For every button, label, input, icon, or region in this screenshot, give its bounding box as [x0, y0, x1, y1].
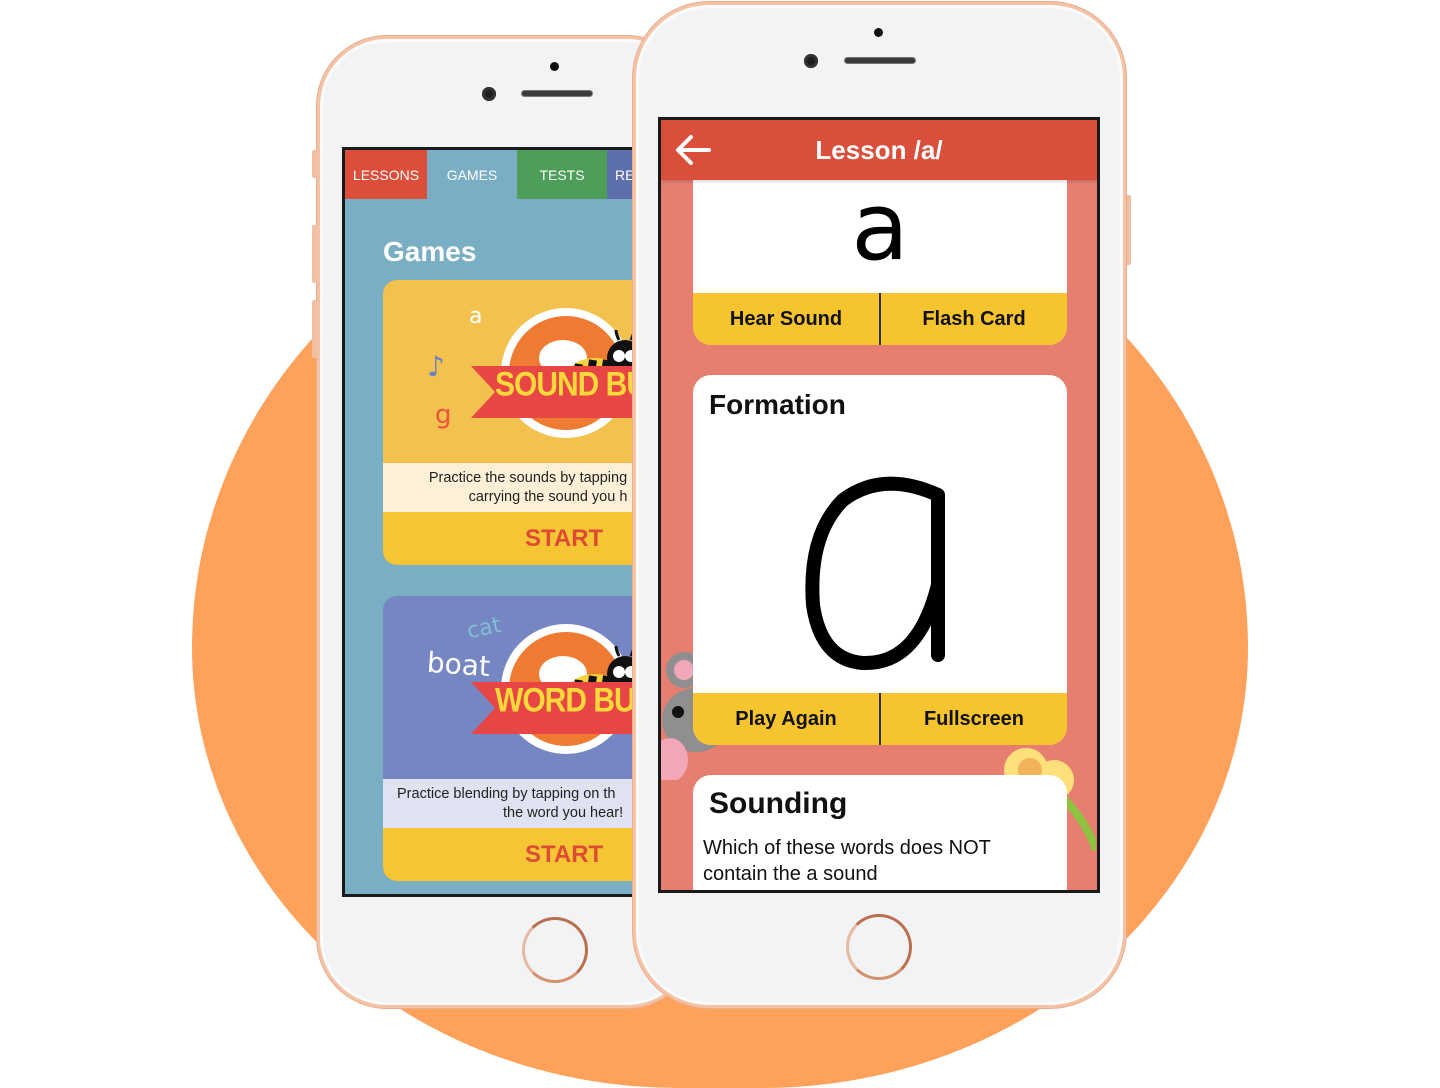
mute-switch [312, 150, 317, 178]
letter-card-actions: Hear Sound Flash Card [693, 293, 1067, 345]
page-title: Games [383, 236, 477, 267]
music-note-icon: ♪ [427, 350, 445, 383]
earpiece-speaker [844, 57, 916, 64]
formation-card: Formation Play Again Fullscreen [693, 375, 1067, 745]
decor-letter: a [469, 304, 483, 329]
decor-letter: g [435, 400, 452, 430]
tab-lessons[interactable]: LESSONS [345, 150, 427, 199]
games-screen: LESSONS GAMES TESTS RE Games a ♪ g SOUND… [342, 147, 642, 897]
sounding-card: Sounding Which of these words does NOT c… [693, 775, 1067, 890]
description-line: the word you hear! [503, 805, 624, 821]
arrow-left-icon[interactable] [673, 132, 713, 168]
tab-bar: LESSONS GAMES TESTS RE [345, 150, 642, 199]
game-name: WORD BUZZ [495, 681, 642, 720]
flash-card-button[interactable]: Flash Card [879, 293, 1067, 345]
description-line: Practice blending by tapping on th [397, 786, 616, 802]
letter-display: a [851, 173, 909, 282]
earpiece-speaker [521, 90, 593, 97]
start-button[interactable]: START [383, 512, 642, 565]
game-description: Practice blending by tapping on th the w… [383, 779, 642, 828]
front-camera-icon [482, 87, 496, 101]
volume-down-button [312, 300, 317, 358]
formation-card-actions: Play Again Fullscreen [693, 693, 1067, 745]
home-button[interactable] [522, 917, 588, 983]
letter-formation-animation[interactable] [803, 475, 963, 675]
game-art: cat boat WORD BUZZ [383, 596, 642, 779]
section-title: Formation [709, 389, 846, 420]
game-art: a ♪ g SOUND BUZZ [383, 280, 642, 463]
question-text: Which of these words does NOT contain th… [703, 837, 991, 885]
game-card-word-buzz: cat boat WORD BUZZ Practice blending by … [383, 596, 642, 881]
volume-up-button [312, 225, 317, 283]
decor-word: boat [425, 645, 492, 684]
game-description: Practice the sounds by tapping carrying … [383, 463, 642, 512]
section-title: Sounding [709, 787, 848, 820]
screen-title: Lesson /a/ [815, 134, 943, 165]
game-name: SOUND BUZZ [495, 365, 642, 404]
description-line: carrying the sound you h [468, 489, 628, 505]
lesson-screen: Lesson /a/ a Hear Sound Flash Card Forma… [658, 117, 1100, 893]
description-line: Practice the sounds by tapping [428, 470, 628, 486]
tab-tests[interactable]: TESTS [517, 150, 607, 199]
play-again-button[interactable]: Play Again [693, 693, 879, 745]
fullscreen-button[interactable]: Fullscreen [879, 693, 1067, 745]
start-button[interactable]: START [383, 828, 642, 881]
hear-sound-button[interactable]: Hear Sound [693, 293, 879, 345]
home-button[interactable] [846, 914, 912, 980]
proximity-sensor [550, 62, 559, 71]
front-camera-icon [804, 54, 818, 68]
power-button [1126, 195, 1131, 265]
app-header: Lesson /a/ [661, 120, 1097, 180]
decor-word: cat [464, 612, 504, 645]
game-card-sound-buzz: a ♪ g SOUND BUZZ Practice the sounds by … [383, 280, 642, 565]
proximity-sensor [874, 28, 883, 37]
tab-games[interactable]: GAMES [427, 150, 517, 199]
